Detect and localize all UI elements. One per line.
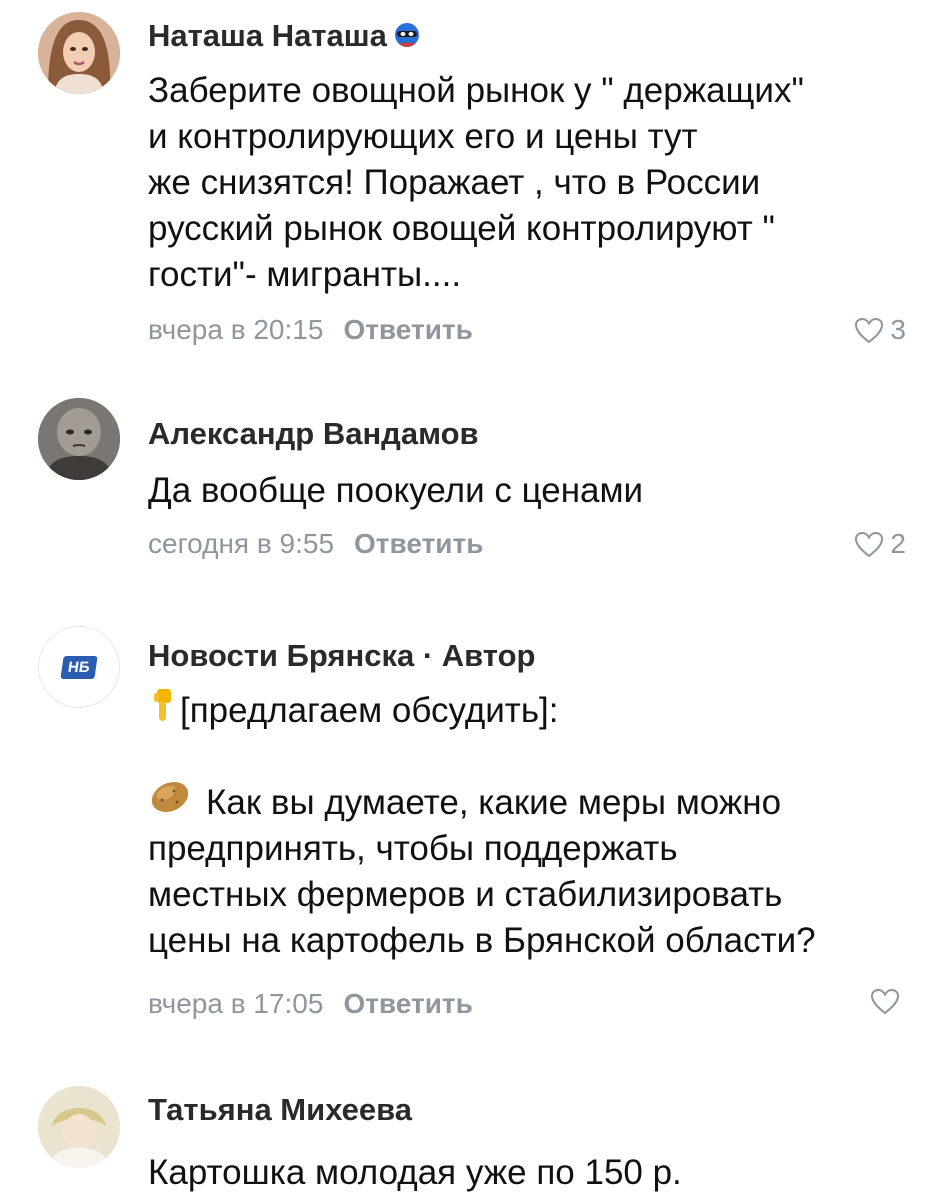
comment-author[interactable]: Татьяна Михеева [148, 1092, 412, 1128]
heart-icon [870, 988, 900, 1015]
like-button[interactable] [870, 988, 906, 1015]
avatar[interactable]: НБ [38, 626, 120, 708]
heart-icon [854, 317, 884, 344]
comment-meta: сегодня в 9:55 Ответить [148, 528, 483, 560]
brand-badge: НБ [60, 655, 98, 679]
like-button[interactable]: 3 [854, 314, 906, 346]
like-count: 3 [890, 314, 906, 345]
avatar[interactable] [38, 1086, 120, 1168]
comment-text: Заберите овощной рынок у " держащих" и к… [148, 71, 804, 294]
potato-icon [148, 778, 192, 828]
avatar[interactable] [38, 12, 120, 94]
like-count: 2 [890, 528, 906, 559]
comment-time: вчера в 17:05 [148, 988, 324, 1019]
comment-author[interactable]: Наташа Наташа [148, 18, 421, 54]
comment-author[interactable]: Новости Брянска · Автор [148, 638, 535, 674]
heart-icon [854, 531, 884, 558]
pointing-down-icon [148, 687, 178, 735]
comment-item: Александр Вандамов Да вообще поокуели с … [0, 380, 944, 610]
reply-button[interactable]: Ответить [343, 314, 472, 345]
reply-button[interactable]: Ответить [343, 988, 472, 1019]
reply-button[interactable]: Ответить [354, 528, 483, 559]
comment-text: Картошка молодая уже по 150 р. [148, 1153, 682, 1192]
comment-time: вчера в 20:15 [148, 314, 324, 345]
comment-author[interactable]: Александр Вандамов [148, 416, 479, 452]
comment-text: [предлагаем обсудить]: Как вы думаете, к… [148, 688, 918, 964]
avatar[interactable] [38, 398, 120, 480]
superhero-mask-icon [393, 21, 421, 51]
comment-item: НБ Новости Брянска · Автор [предлагаем о… [0, 610, 944, 1060]
comment-meta: вчера в 17:05 Ответить [148, 988, 473, 1020]
comment-text: Да вообще поокуели с ценами [148, 471, 644, 510]
comment-item: Наташа Наташа Заберите овощной рынок у "… [0, 0, 944, 380]
like-button[interactable]: 2 [854, 528, 906, 560]
comment-meta: вчера в 20:15 Ответить [148, 314, 473, 346]
comment-time: сегодня в 9:55 [148, 528, 335, 559]
comment-item: Татьяна Михеева Картошка молодая уже по … [0, 1060, 944, 1200]
